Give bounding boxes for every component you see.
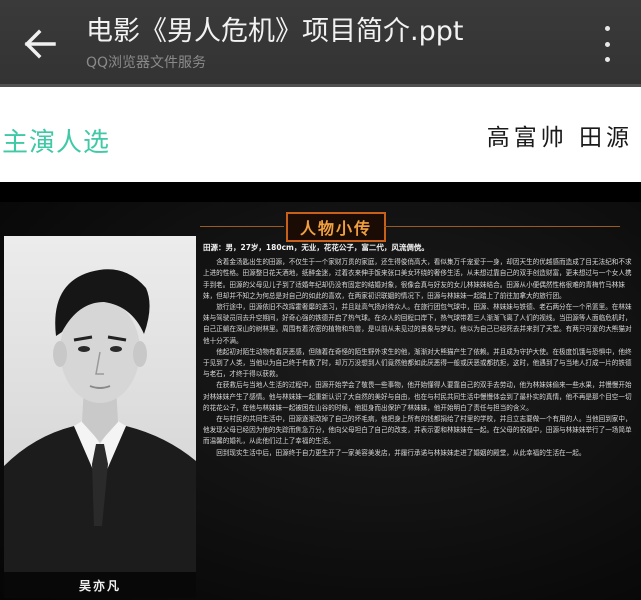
- section-heading: 主演人选: [2, 128, 111, 158]
- app-bar: 电影《男人危机》项目简介.ppt QQ浏览器文件服务: [0, 0, 641, 84]
- bio-paragraph: 回到现实生活中后，田源终于自力更生开了一家美容美发店，并履行承诺与林妹妹走进了婚…: [216, 448, 586, 457]
- bio-paragraph: 在获救后与当地人生活的过程中，田源开始学会了敬畏一些事物，他开始懂得人要靠自己的…: [203, 381, 632, 412]
- slide-view[interactable]: 主演人选 高富帅 田源 人物小传 吴亦凡 田源：男，27岁，180cm，无业，花…: [0, 84, 641, 600]
- title-group: 电影《男人危机》项目简介.ppt QQ浏览器文件服务: [86, 14, 566, 74]
- title-rule-right: [384, 226, 620, 227]
- portrait-caption-bar: 吴亦凡: [4, 572, 196, 598]
- bio-head: 田源：男，27岁，180cm，无业，花花公子，富二代，风流倜傥。: [203, 243, 429, 252]
- title-rule-left: [200, 226, 284, 227]
- more-vertical-icon: [604, 26, 610, 62]
- bio-paragraph: 他起初对陌生动物有着厌恶感，但随着在奇怪的陌生野外求生的他，渐渐对大熊猫产生了依…: [203, 347, 632, 379]
- document-source: QQ浏览器文件服务: [86, 55, 207, 71]
- document-title: 电影《男人危机》项目简介.ppt: [86, 16, 464, 47]
- actor-portrait: [4, 236, 196, 572]
- bio-paragraph: 含着金汤匙出生的田源，不仅生于一个家财万贯的家庭，还生得俊俏高大，看似集万千宠爱…: [203, 258, 632, 300]
- portrait-caption: 吴亦凡: [78, 578, 121, 593]
- more-menu-button[interactable]: [595, 26, 619, 62]
- bio-title-box: 人物小传: [286, 212, 386, 242]
- slide-top-border: [0, 84, 641, 87]
- bio-text: 田源：男，27岁，180cm，无业，花花公子，富二代，风流倜傥。 含着金汤匙出生…: [203, 242, 635, 592]
- back-button[interactable]: [18, 22, 62, 66]
- bio-paragraph: 在与村民的共同生活中，田源逐渐改掉了自己的坏毛病，他把身上所有的钱都捐给了村里的…: [203, 415, 632, 446]
- arrow-left-icon: [24, 29, 56, 59]
- bio-title: 人物小传: [299, 219, 372, 238]
- bio-paragraph: 旅行途中，田源依旧不改挥霍奢靡的恶习，并且趾高气扬对待众人。在旅行团包气球中，田…: [203, 303, 632, 345]
- biography-panel: 人物小传 吴亦凡 田源：男，27岁，180cm，无业，花花公子，富二代，风流倜傥…: [0, 202, 641, 600]
- slide-divider: [0, 182, 641, 202]
- actor-names: 高富帅 田源: [486, 125, 633, 151]
